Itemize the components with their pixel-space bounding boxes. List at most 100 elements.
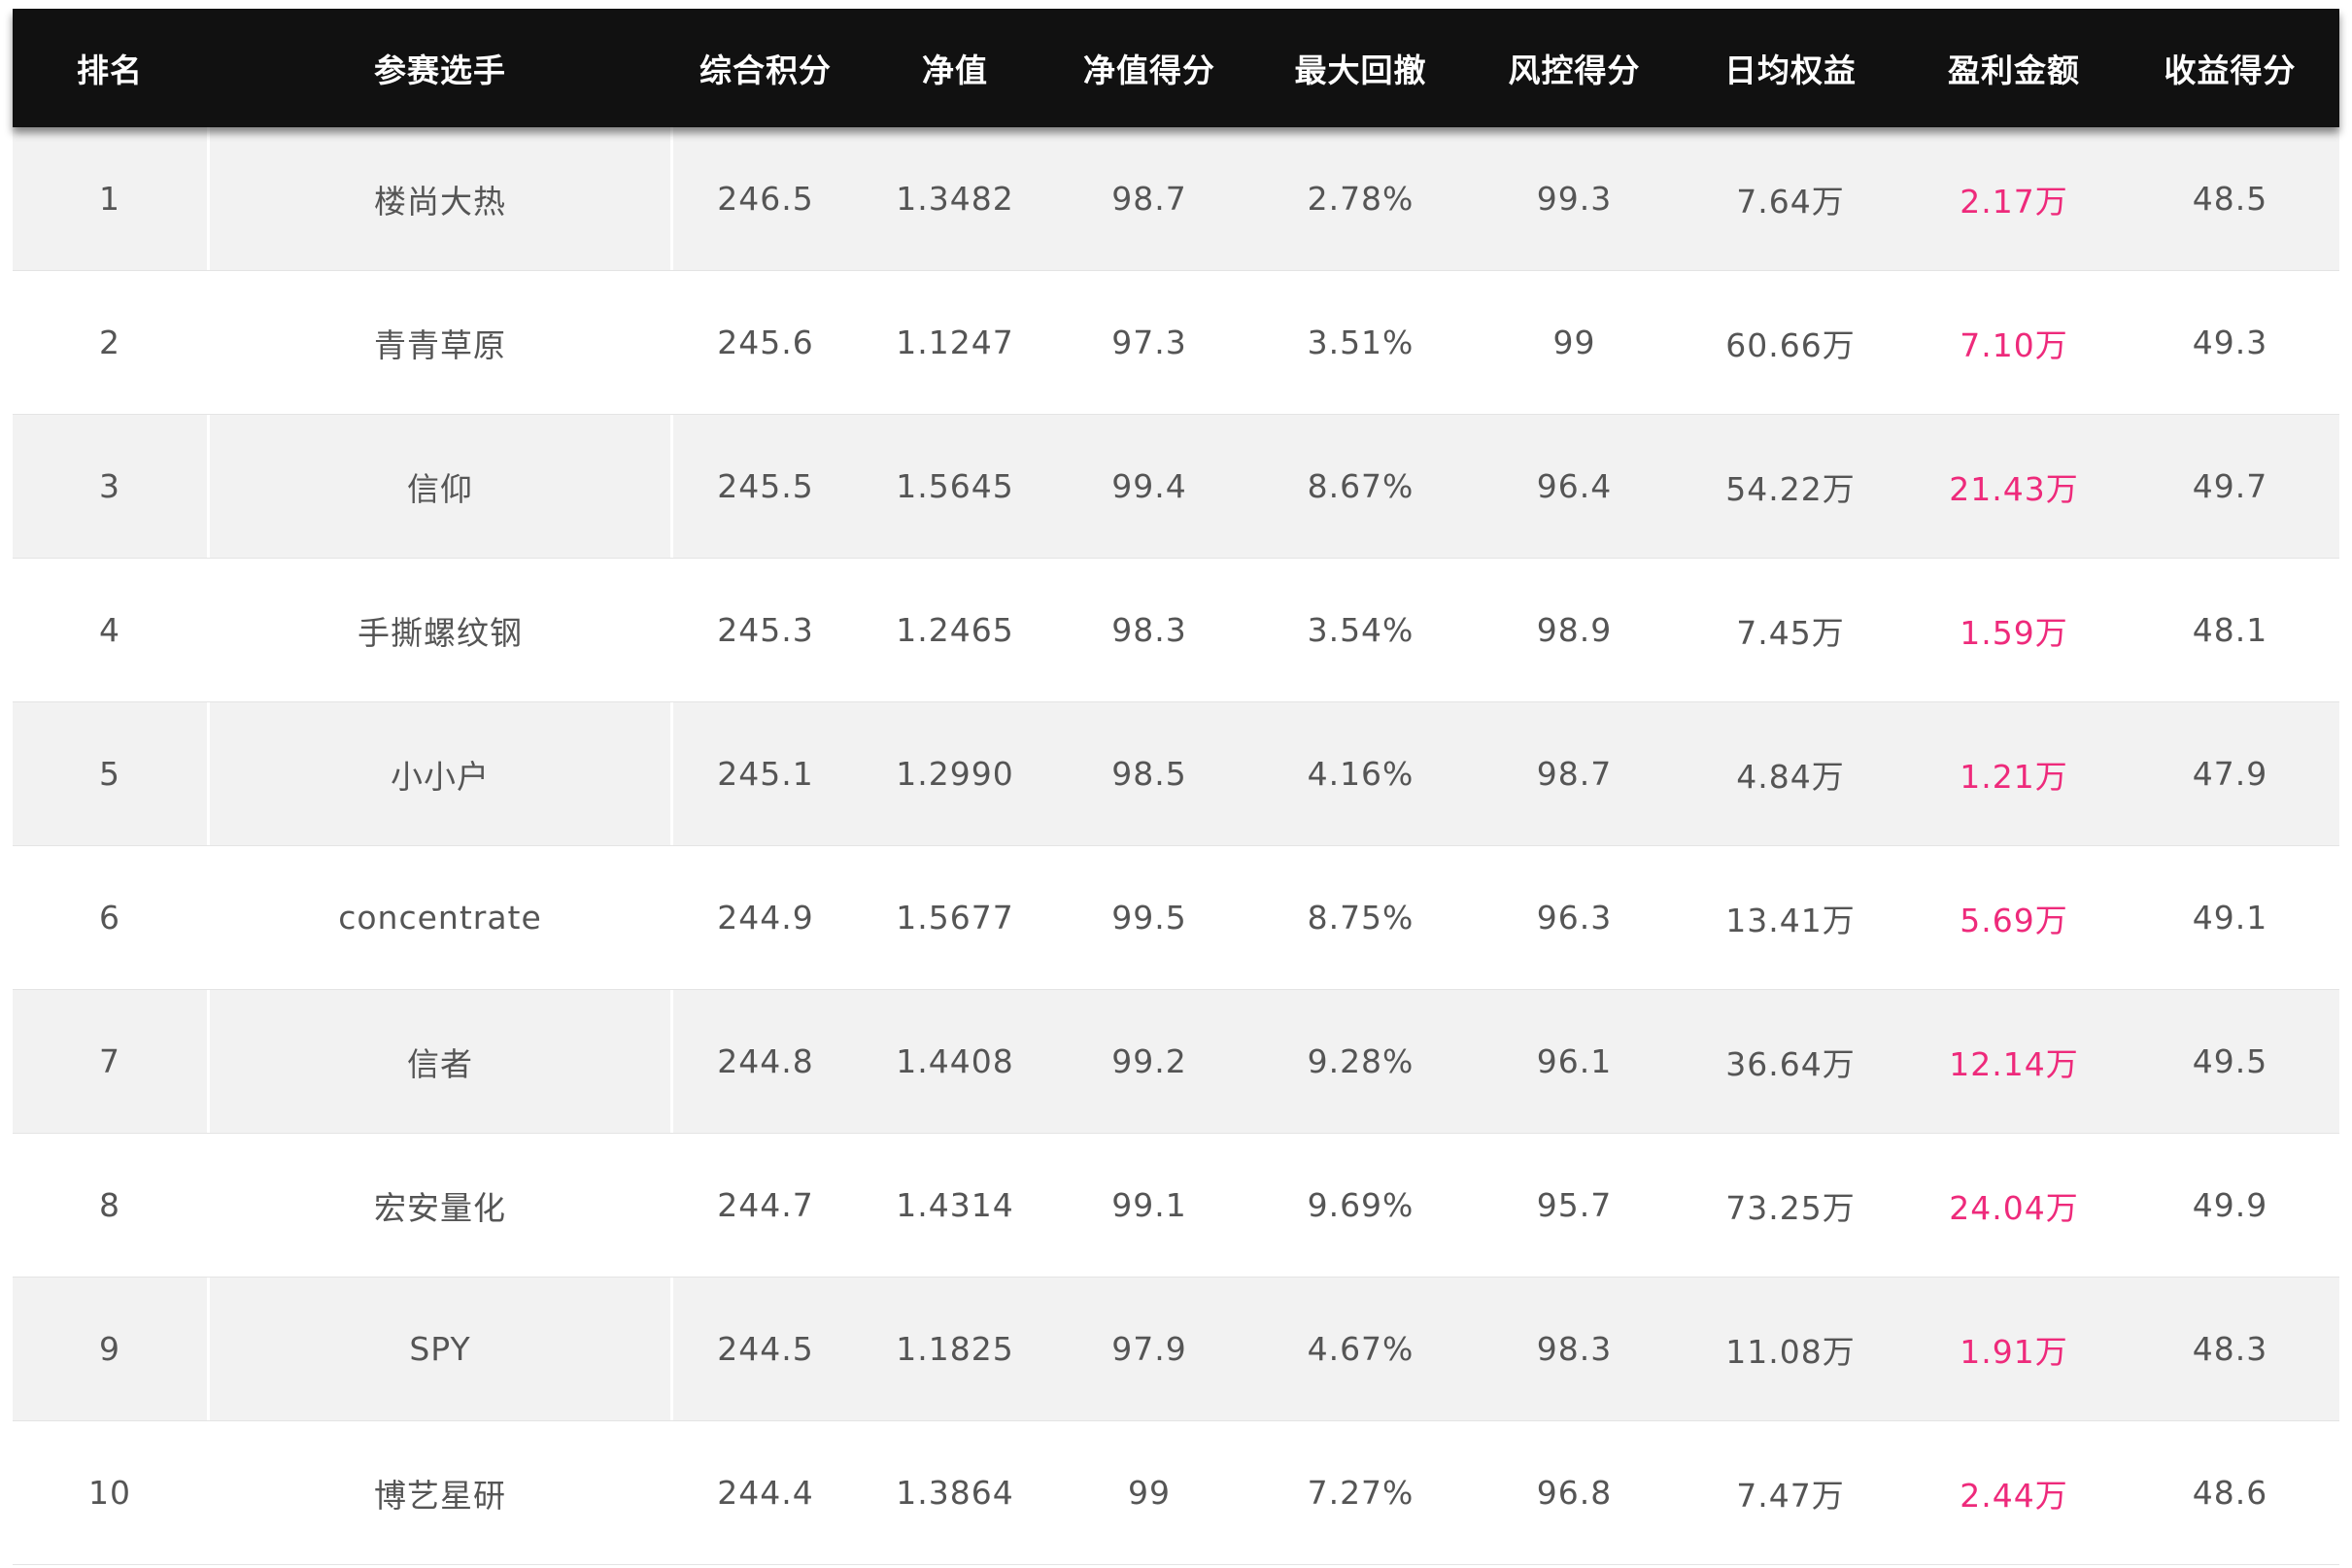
header-daily-equity[interactable]: 日均权益	[1674, 9, 1907, 127]
cell-max-drawdown: 9.69%	[1307, 1186, 1415, 1224]
cell-daily-equity: 60.66万	[1725, 325, 1856, 364]
cell-return-score: 47.9	[2192, 755, 2268, 793]
cell-player-name: SPY	[207, 1278, 673, 1420]
cell-risk-score: 96.8	[1536, 1474, 1613, 1512]
cell-max-drawdown: 8.75%	[1307, 899, 1415, 937]
cell-daily-equity: 13.41万	[1725, 901, 1856, 939]
cell-player-name: 手撕螺纹钢	[207, 559, 673, 701]
cell-profit-amount: 24.04万	[1949, 1188, 2079, 1227]
cell-risk-score: 99.3	[1536, 180, 1613, 218]
header-profit-amount[interactable]: 盈利金额	[1907, 9, 2121, 127]
cell-net-value: 1.5677	[896, 899, 1014, 937]
cell-net-value-score: 97.3	[1111, 324, 1187, 361]
cell-daily-equity: 7.47万	[1736, 1476, 1845, 1515]
cell-daily-equity: 7.45万	[1736, 613, 1845, 652]
cell-max-drawdown: 2.78%	[1307, 180, 1415, 218]
cell-daily-equity: 7.64万	[1736, 182, 1845, 221]
header-max-drawdown[interactable]: 最大回撤	[1246, 9, 1475, 127]
header-return-score[interactable]: 收益得分	[2121, 9, 2339, 127]
cell-net-value: 1.4408	[896, 1042, 1014, 1080]
cell-player-name: 信仰	[207, 415, 673, 558]
cell-net-value-score: 99.2	[1111, 1042, 1187, 1080]
cell-return-score: 48.1	[2192, 611, 2268, 649]
cell-rank: 10	[88, 1474, 131, 1512]
cell-profit-amount: 21.43万	[1949, 469, 2079, 508]
cell-rank: 9	[99, 1330, 120, 1368]
cell-daily-equity: 54.22万	[1725, 469, 1856, 508]
cell-player-name: 青青草原	[207, 271, 673, 414]
cell-rank: 1	[99, 180, 120, 218]
ranking-table: 排名 参赛选手 综合积分 净值 净值得分 最大回撤 风控得分 日均权益 盈利金额…	[13, 9, 2339, 1565]
cell-risk-score: 99	[1552, 324, 1596, 361]
cell-max-drawdown: 3.51%	[1307, 324, 1415, 361]
cell-total-score: 246.5	[717, 180, 814, 218]
cell-risk-score: 96.3	[1536, 899, 1613, 937]
cell-profit-amount: 1.91万	[1960, 1332, 2068, 1371]
table-row[interactable]: 3 信仰 245.5 1.5645 99.4 8.67% 96.4 54.22万 21.43万 4…	[13, 415, 2339, 559]
cell-profit-amount: 2.44万	[1960, 1476, 2068, 1515]
cell-max-drawdown: 4.67%	[1307, 1330, 1415, 1368]
cell-total-score: 245.1	[717, 755, 814, 793]
header-player[interactable]: 参赛选手	[207, 9, 673, 127]
cell-max-drawdown: 7.27%	[1307, 1474, 1415, 1512]
cell-player-name: concentrate	[207, 846, 673, 989]
table-row[interactable]: 1 楼尚大热 246.5 1.3482 98.7 2.78% 99.3 7.64万 2.17万 4…	[13, 127, 2339, 271]
cell-rank: 8	[99, 1186, 120, 1224]
cell-player-name: 宏安量化	[207, 1134, 673, 1277]
header-total-score[interactable]: 综合积分	[673, 9, 858, 127]
cell-daily-equity: 11.08万	[1725, 1332, 1856, 1371]
header-risk-score[interactable]: 风控得分	[1475, 9, 1674, 127]
cell-profit-amount: 2.17万	[1960, 182, 2068, 221]
table-row[interactable]: 7 信者 244.8 1.4408 99.2 9.28% 96.1 36.64万 12.14万 4…	[13, 990, 2339, 1134]
cell-rank: 3	[99, 467, 120, 505]
cell-max-drawdown: 4.16%	[1307, 755, 1415, 793]
cell-risk-score: 96.1	[1536, 1042, 1613, 1080]
header-rank[interactable]: 排名	[13, 9, 207, 127]
cell-net-value: 1.5645	[896, 467, 1014, 505]
cell-return-score: 49.1	[2192, 899, 2268, 937]
cell-net-value-score: 98.3	[1111, 611, 1187, 649]
cell-rank: 6	[99, 899, 120, 937]
cell-daily-equity: 36.64万	[1725, 1044, 1856, 1083]
table-header: 排名 参赛选手 综合积分 净值 净值得分 最大回撤 风控得分 日均权益 盈利金额…	[13, 9, 2339, 127]
table-row[interactable]: 5 小小户 245.1 1.2990 98.5 4.16% 98.7 4.84万 1.21万 47…	[13, 702, 2339, 846]
cell-total-score: 245.3	[717, 611, 814, 649]
cell-rank: 2	[99, 324, 120, 361]
cell-rank: 5	[99, 755, 120, 793]
cell-net-value: 1.1247	[896, 324, 1014, 361]
cell-max-drawdown: 8.67%	[1307, 467, 1415, 505]
header-net-value-score[interactable]: 净值得分	[1052, 9, 1246, 127]
table-row[interactable]: 8 宏安量化 244.7 1.4314 99.1 9.69% 95.7 73.25万 24.04…	[13, 1134, 2339, 1278]
cell-return-score: 48.6	[2192, 1474, 2268, 1512]
cell-net-value-score: 99.1	[1111, 1186, 1187, 1224]
table-row[interactable]: 2 青青草原 245.6 1.1247 97.3 3.51% 99 60.66万 7.10万 49…	[13, 271, 2339, 415]
cell-player-name: 小小户	[207, 702, 673, 845]
table-body: 1 楼尚大热 246.5 1.3482 98.7 2.78% 99.3 7.64万 2.17万 4…	[13, 127, 2339, 1565]
cell-total-score: 244.7	[717, 1186, 814, 1224]
cell-max-drawdown: 9.28%	[1307, 1042, 1415, 1080]
cell-net-value: 1.4314	[896, 1186, 1014, 1224]
cell-net-value: 1.3864	[896, 1474, 1014, 1512]
cell-net-value: 1.1825	[896, 1330, 1014, 1368]
cell-daily-equity: 73.25万	[1725, 1188, 1856, 1227]
table-row[interactable]: 6 concentrate 244.9 1.5677 99.5 8.75% 96.3 13.4…	[13, 846, 2339, 990]
cell-risk-score: 98.7	[1536, 755, 1613, 793]
header-net-value[interactable]: 净值	[858, 9, 1052, 127]
table-row[interactable]: 4 手撕螺纹钢 245.3 1.2465 98.3 3.54% 98.9 7.45万 1.59万…	[13, 559, 2339, 702]
cell-return-score: 48.5	[2192, 180, 2268, 218]
cell-return-score: 49.5	[2192, 1042, 2268, 1080]
cell-risk-score: 98.9	[1536, 611, 1613, 649]
cell-total-score: 244.8	[717, 1042, 814, 1080]
cell-profit-amount: 1.21万	[1960, 757, 2068, 796]
cell-player-name: 信者	[207, 990, 673, 1133]
cell-net-value-score: 98.5	[1111, 755, 1187, 793]
cell-risk-score: 98.3	[1536, 1330, 1613, 1368]
cell-net-value: 1.2990	[896, 755, 1014, 793]
cell-profit-amount: 5.69万	[1960, 901, 2068, 939]
cell-net-value: 1.2465	[896, 611, 1014, 649]
cell-profit-amount: 12.14万	[1949, 1044, 2079, 1083]
cell-total-score: 244.9	[717, 899, 814, 937]
cell-total-score: 245.6	[717, 324, 814, 361]
table-row[interactable]: 10 博艺星研 244.4 1.3864 99 7.27% 96.8 7.47万 2.44万 48…	[13, 1421, 2339, 1565]
table-row[interactable]: 9 SPY 244.5 1.1825 97.9 4.67% 98.3 11.08万 1.91万 4…	[13, 1278, 2339, 1421]
